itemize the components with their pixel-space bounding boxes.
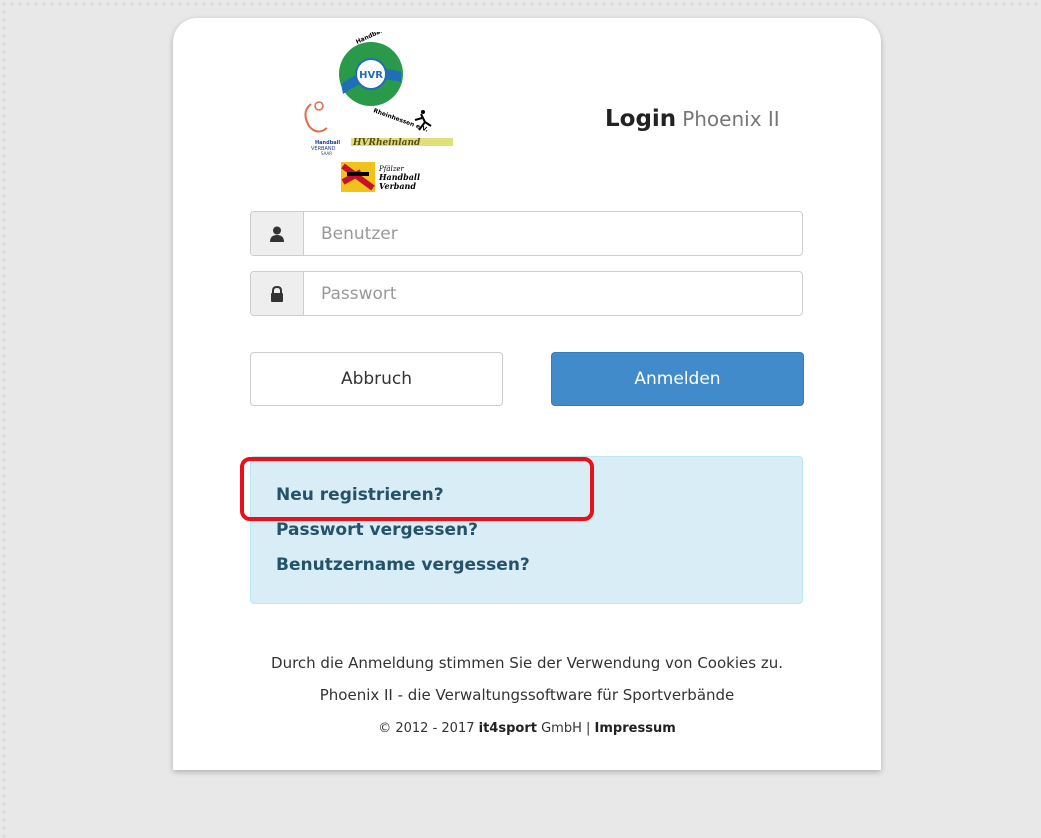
company-suffix: GmbH <box>541 721 582 736</box>
saar-logo: Handball VERBAND SAAR <box>304 101 340 156</box>
login-button[interactable]: Anmelden <box>551 352 804 406</box>
svg-text:Verband: Verband <box>379 181 416 191</box>
page-left-border <box>0 0 8 838</box>
pfalzer-logo: Pfälzer Handball Verband <box>341 162 420 192</box>
hvr-logo: HVR Handball-Verband Rheinhessen e.V. <box>339 32 429 134</box>
user-icon <box>251 212 304 255</box>
app-name: Phoenix II <box>682 107 780 131</box>
username-input[interactable] <box>304 212 802 255</box>
footer-separator: | <box>586 721 591 736</box>
hvrheinland-text: HVRheinland <box>352 138 421 148</box>
page-top-border <box>0 0 1041 8</box>
forgot-password-link[interactable]: Passwort vergessen? <box>276 520 478 540</box>
tagline: Phoenix II - die Verwaltungssoftware für… <box>319 686 735 704</box>
register-link[interactable]: Neu registrieren? <box>276 485 444 505</box>
copyright-text: © 2012 - 2017 <box>378 721 475 736</box>
forgot-username-link[interactable]: Benutzername vergessen? <box>276 555 530 575</box>
association-logos: HVR Handball-Verband Rheinhessen e.V. Ha… <box>304 32 453 192</box>
hvr-logo-mid: HVR <box>359 70 383 81</box>
help-links-box: Neu registrieren? Passwort vergessen? Be… <box>250 456 803 604</box>
copyright-line: © 2012 - 2017 it4sport GmbH | Impressum <box>173 721 881 736</box>
password-input[interactable] <box>304 272 802 315</box>
login-title: Login Phoenix II <box>605 106 780 132</box>
cancel-button[interactable]: Abbruch <box>250 352 503 406</box>
username-group <box>250 211 803 256</box>
login-label: Login <box>605 106 677 132</box>
login-card: HVR Handball-Verband Rheinhessen e.V. Ha… <box>173 18 881 770</box>
impressum-link[interactable]: Impressum <box>595 721 676 736</box>
password-group <box>250 271 803 316</box>
lock-icon <box>251 272 304 315</box>
svg-text:SAAR: SAAR <box>321 151 332 156</box>
hvrheinland-logo: HVRheinland <box>351 110 453 148</box>
cookie-notice: Durch die Anmeldung stimmen Sie der Verw… <box>271 654 783 672</box>
company-name: it4sport <box>478 721 537 736</box>
